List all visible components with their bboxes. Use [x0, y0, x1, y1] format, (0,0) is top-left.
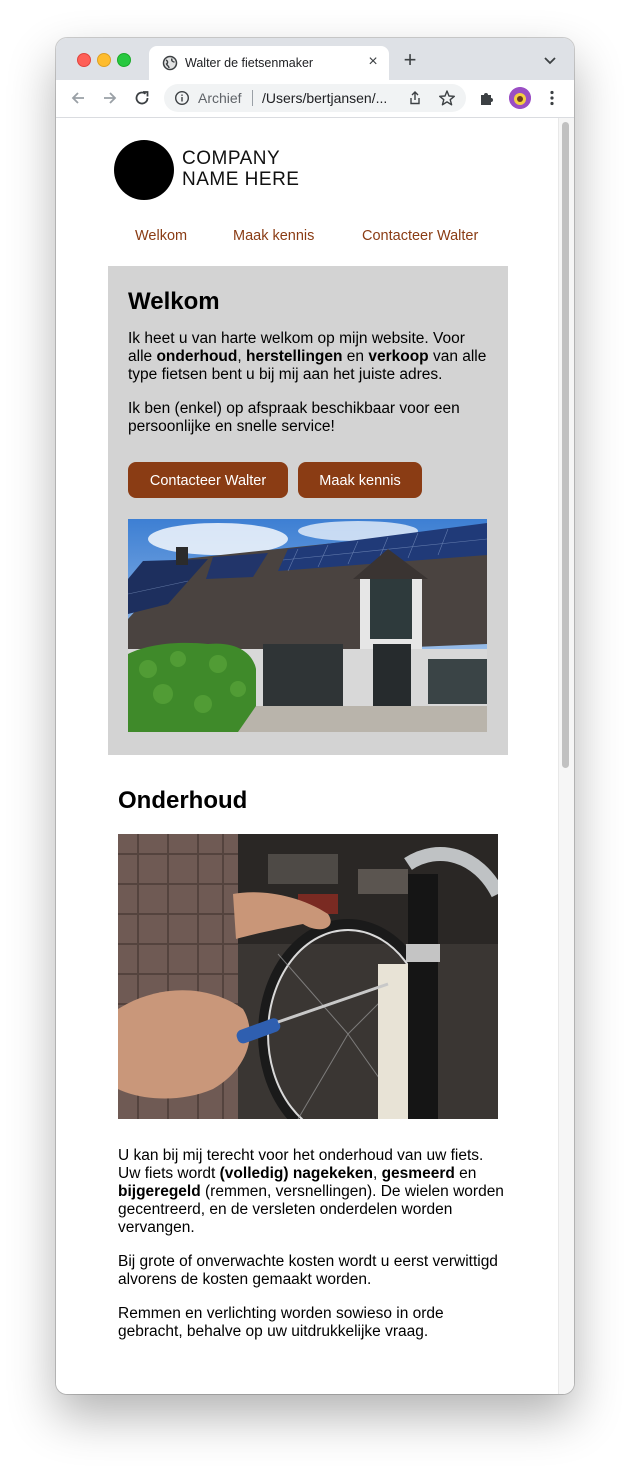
menu-dots-icon[interactable] — [542, 88, 562, 108]
logo-line-2: NAME HERE — [182, 169, 300, 190]
window-close-button[interactable] — [77, 53, 91, 67]
window-minimize-button[interactable] — [97, 53, 111, 67]
welcome-heading: Welkom — [128, 288, 220, 315]
page-viewport: COMPANY NAME HERE Welkom Maak kennis Con… — [56, 118, 574, 1394]
tab-title: Walter de fietsenmaker — [185, 56, 314, 70]
bold-herstellingen: herstellingen — [246, 348, 343, 365]
omnibox-divider — [252, 90, 253, 106]
window-maximize-button[interactable] — [117, 53, 131, 67]
logo-mark — [114, 140, 174, 200]
maintenance-text-2: Bij grote of onverwachte kosten wordt u … — [118, 1253, 498, 1288]
star-icon[interactable] — [438, 89, 456, 107]
bold-volledig-nagekeken: (volledig) nagekeken — [219, 1165, 373, 1182]
active-tab[interactable]: Walter de fietsenmaker × — [149, 46, 389, 80]
text-span: , — [372, 1165, 382, 1182]
extensions-puzzle-icon[interactable] — [477, 88, 497, 108]
logo-line-1: COMPANY — [182, 148, 281, 169]
contact-walter-button[interactable]: Contacteer Walter — [128, 462, 288, 498]
nav-link-contacteer-walter[interactable]: Contacteer Walter — [362, 228, 478, 244]
tab-close-icon[interactable]: × — [365, 53, 381, 71]
bold-gesmeerd: gesmeerd — [381, 1165, 455, 1182]
welcome-appointment-text: Ik ben (enkel) op afspraak beschikbaar v… — [128, 400, 460, 435]
maintenance-heading: Onderhoud — [118, 787, 248, 814]
company-logo-text[interactable]: COMPANY NAME HERE — [182, 148, 299, 190]
house-photo — [128, 519, 487, 732]
forward-arrow-icon[interactable] — [100, 88, 120, 108]
nav-link-maak-kennis[interactable]: Maak kennis — [233, 228, 314, 244]
text-span: en — [342, 348, 369, 365]
maintenance-text-3: Remmen en verlichting worden sowieso in … — [118, 1305, 444, 1340]
tab-strip: Walter de fietsenmaker × + — [56, 38, 574, 80]
welcome-intro-text: Ik heet u van harte welkom op mijn websi… — [128, 330, 490, 384]
maak-kennis-button[interactable]: Maak kennis — [298, 462, 422, 498]
globe-icon — [162, 55, 178, 71]
welcome-section: Welkom Ik heet u van harte welkom op mij… — [108, 266, 508, 755]
bold-bijgeregeld: bijgeregeld — [118, 1183, 201, 1200]
bold-onderhoud: onderhoud — [156, 348, 238, 365]
info-icon[interactable] — [174, 90, 190, 106]
text-span: , — [237, 348, 246, 365]
maintenance-text-1: U kan bij mij terecht voor het onderhoud… — [118, 1147, 504, 1237]
share-icon[interactable] — [407, 90, 423, 106]
new-tab-button[interactable]: + — [400, 49, 420, 71]
profile-avatar[interactable] — [509, 87, 531, 109]
address-bar[interactable]: Archief /Users/bertjansen/... — [164, 84, 466, 112]
bike-repair-photo — [118, 834, 498, 1119]
back-arrow-icon[interactable] — [68, 88, 88, 108]
scrollbar-thumb[interactable] — [562, 122, 569, 768]
browser-toolbar: Archief /Users/bertjansen/... — [56, 80, 574, 118]
archive-chip: Archief — [198, 90, 242, 106]
text-span: en — [454, 1165, 477, 1182]
browser-window: Walter de fietsenmaker × + Archief /User… — [56, 38, 574, 1394]
bold-verkoop: verkoop — [368, 348, 429, 365]
reload-icon[interactable] — [132, 88, 152, 108]
nav-link-welkom[interactable]: Welkom — [135, 228, 187, 244]
tab-search-chevron-icon[interactable] — [542, 52, 558, 68]
url-text[interactable]: /Users/bertjansen/... — [262, 90, 387, 106]
